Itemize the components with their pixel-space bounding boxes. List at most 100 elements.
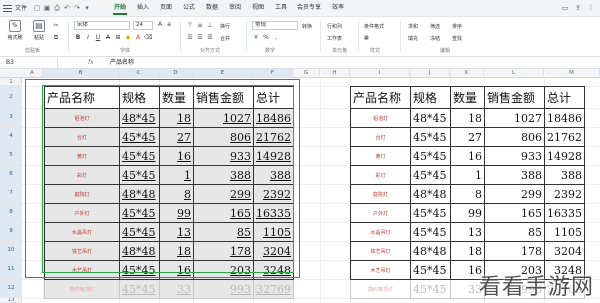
row-header[interactable]: 4 — [0, 127, 22, 146]
tab-home[interactable]: 开始 — [113, 3, 127, 15]
spec-cell[interactable]: 45*45 — [410, 203, 451, 223]
row-header[interactable]: 2 — [0, 86, 22, 108]
product-table-copy[interactable]: 产品名称 规格 数量 销售金额 总计 铝泡灯 48*45 18 1027 184… — [350, 86, 585, 299]
more-icon[interactable]: ▾ — [83, 4, 91, 12]
amount-cell[interactable]: 178 — [484, 241, 545, 261]
amount-cell[interactable]: 85 — [484, 222, 545, 242]
row-header[interactable]: 9 — [0, 222, 22, 241]
spec-cell[interactable]: 48*45 — [410, 108, 451, 128]
product-name-cell[interactable]: 木艺吊灯 — [350, 260, 411, 280]
tab-efficiency[interactable]: 效率 — [331, 3, 345, 15]
spec-cell[interactable]: 45*45 — [410, 279, 451, 299]
quantity-cell[interactable]: 1 — [450, 165, 485, 185]
column-header[interactable]: F — [253, 69, 293, 78]
column-header[interactable]: J — [410, 69, 450, 78]
total-cell[interactable]: 21762 — [544, 127, 585, 147]
font-name-select[interactable]: 宋体 — [74, 21, 130, 30]
column-header[interactable]: H — [320, 69, 350, 78]
row-header[interactable]: 1 — [0, 78, 22, 86]
tab-insert[interactable]: 插入 — [136, 3, 150, 15]
align-center-icon[interactable]: ☰ — [196, 34, 204, 42]
quantity-cell[interactable]: 99 — [450, 203, 485, 223]
tab-formula[interactable]: 公式 — [182, 3, 196, 15]
font-color-icon[interactable]: A — [134, 34, 142, 42]
product-name-cell[interactable]: 庭院灯 — [350, 184, 411, 204]
spec-cell[interactable]: 45*45 — [410, 146, 451, 166]
column-header[interactable]: C — [119, 69, 159, 78]
conditional-format-button[interactable]: 条件格式 — [364, 23, 384, 30]
row-header[interactable]: 11 — [0, 260, 22, 279]
total-cell[interactable]: 388 — [544, 165, 585, 185]
quantity-cell[interactable]: 27 — [450, 127, 485, 147]
comment-icon[interactable]: ▭ — [560, 3, 570, 13]
row-header[interactable]: 10 — [0, 241, 22, 260]
sort-button[interactable]: 排序 — [452, 23, 462, 30]
freeze-button[interactable]: 冻结 — [430, 35, 440, 42]
column-header[interactable]: K — [450, 69, 484, 78]
fx-icon[interactable]: fx — [88, 58, 94, 67]
percent-icon[interactable]: % — [262, 34, 270, 42]
row-header[interactable]: 13 — [0, 298, 22, 303]
undo-icon[interactable]: ↶ — [63, 4, 71, 12]
total-cell[interactable]: 18486 — [544, 108, 585, 128]
tab-view[interactable]: 视图 — [251, 3, 265, 15]
quantity-cell[interactable]: 16 — [450, 146, 485, 166]
paste-button[interactable]: ▤ 粘贴 — [30, 20, 48, 46]
product-name-cell[interactable]: 台灯 — [350, 127, 411, 147]
cell-style-button[interactable]: ▦ — [364, 35, 369, 41]
strikethrough-icon[interactable]: A — [104, 34, 112, 42]
worksheet-button[interactable]: 工作表 — [327, 35, 342, 42]
bold-icon[interactable]: B — [74, 34, 82, 42]
total-cell[interactable]: 32769 — [253, 279, 294, 299]
save-icon[interactable]: ▣ — [43, 4, 51, 12]
tab-data[interactable]: 数据 — [205, 3, 219, 15]
copy-icon[interactable]: ⧉ — [52, 34, 60, 42]
align-middle-icon[interactable]: ≡ — [196, 22, 204, 30]
open-icon[interactable]: ▢ — [33, 4, 41, 12]
header-cell[interactable]: 产品名称 — [350, 86, 411, 109]
wrap-text-button[interactable]: 换行 — [220, 23, 230, 30]
find-button[interactable]: 查找 — [452, 35, 462, 42]
italic-icon[interactable]: I — [84, 34, 92, 42]
amount-cell[interactable]: 806 — [484, 127, 545, 147]
tab-tools[interactable]: 工具 — [274, 3, 288, 15]
cut-icon[interactable]: ✂ — [52, 22, 60, 30]
product-name-cell[interactable]: 铁艺吊灯 — [350, 241, 411, 261]
spec-cell[interactable]: 45*45 — [119, 279, 160, 299]
align-bottom-icon[interactable]: ⊥ — [206, 22, 214, 30]
column-header[interactable]: G — [293, 69, 320, 78]
font-size-select[interactable]: 24 — [133, 21, 153, 30]
spec-cell[interactable]: 45*45 — [410, 165, 451, 185]
column-header[interactable]: B — [43, 69, 119, 78]
row-header[interactable]: 3 — [0, 108, 22, 127]
tab-member[interactable]: 会员专享 — [297, 3, 321, 15]
redo-icon[interactable]: ↷ — [73, 4, 81, 12]
column-header[interactable]: D — [159, 69, 193, 78]
thousands-icon[interactable]: , — [272, 34, 280, 42]
product-name-cell[interactable]: 户外灯 — [350, 203, 411, 223]
quantity-cell[interactable]: 33 — [159, 279, 194, 299]
file-menu[interactable]: 文件 — [15, 3, 27, 12]
column-header[interactable]: M — [544, 69, 600, 78]
align-right-icon[interactable]: ☰ — [206, 34, 214, 42]
hamburger-menu-icon[interactable] — [3, 5, 12, 12]
amount-cell[interactable]: 1027 — [484, 108, 545, 128]
spec-cell[interactable]: 45*45 — [410, 222, 451, 242]
more-options-icon[interactable]: ⋮ — [586, 3, 596, 13]
formula-input[interactable]: 产品名称 — [110, 58, 134, 67]
format-painter-button[interactable]: ✎ 格式刷 — [4, 20, 26, 46]
convert-button[interactable]: 转换 — [302, 23, 312, 30]
font-shrink-icon[interactable]: a — [165, 21, 173, 29]
row-header[interactable]: 7 — [0, 184, 22, 203]
total-cell[interactable]: 14928 — [544, 146, 585, 166]
merge-button[interactable]: 合并 — [220, 35, 230, 42]
product-name-cell[interactable]: 铝泡灯 — [350, 108, 411, 128]
row-header[interactable]: 5 — [0, 146, 22, 165]
align-left-icon[interactable]: ☰ — [186, 34, 194, 42]
fill-button[interactable]: 填充 — [408, 35, 418, 42]
total-cell[interactable]: 3204 — [544, 241, 585, 261]
border-icon[interactable]: ⊞ — [114, 34, 122, 42]
font-grow-icon[interactable]: A — [156, 21, 164, 29]
amount-cell[interactable]: 993 — [193, 279, 254, 299]
quantity-cell[interactable]: 18 — [450, 241, 485, 261]
